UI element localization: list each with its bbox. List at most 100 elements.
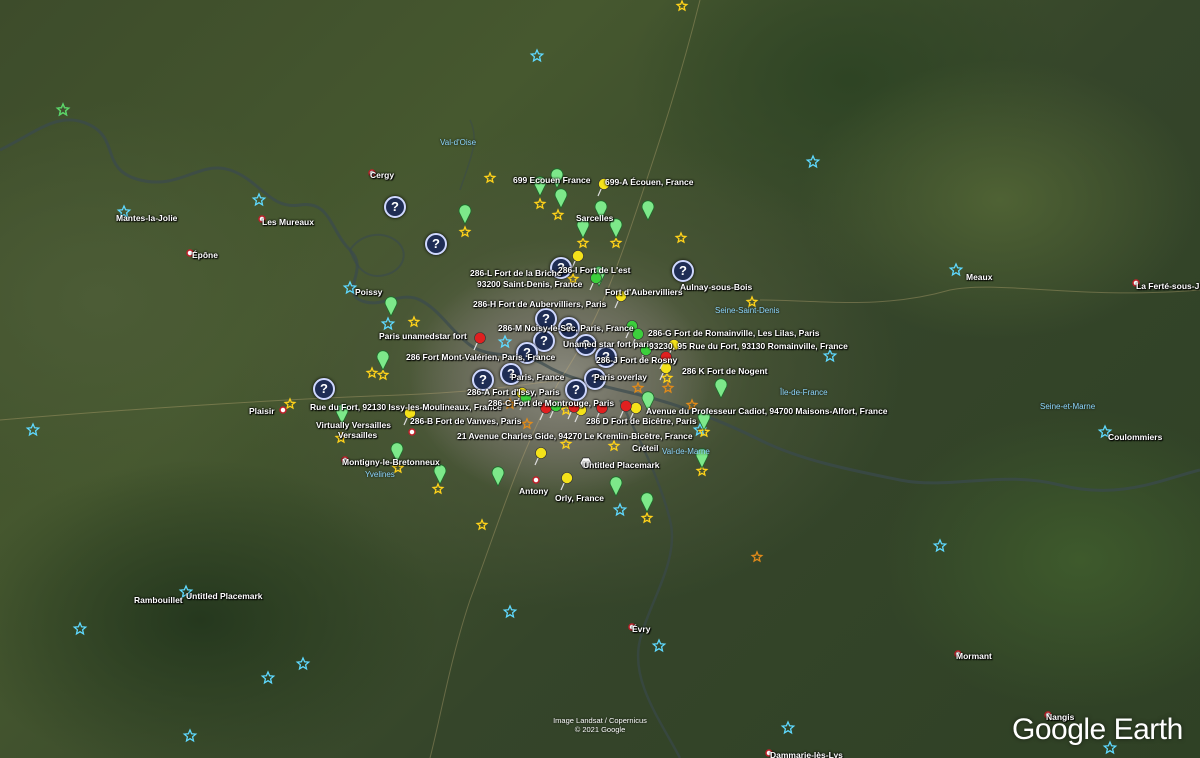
placemark-label[interactable]: 286 Fort Mont-Valérien, Paris, France xyxy=(406,352,555,362)
placemark-label[interactable]: Untitled Placemark xyxy=(583,460,660,470)
placemark-label[interactable]: Fort d'Aubervilliers xyxy=(605,287,683,297)
star-icon[interactable] xyxy=(365,366,379,379)
star-icon[interactable] xyxy=(55,102,71,117)
placemark-label[interactable]: 286-I Fort de L'est xyxy=(558,265,630,275)
star-icon[interactable] xyxy=(25,422,41,437)
star-icon[interactable] xyxy=(529,48,545,63)
star-icon[interactable] xyxy=(551,208,565,221)
question-icon[interactable]: ? xyxy=(384,196,406,218)
star-icon[interactable] xyxy=(612,502,628,517)
star-icon[interactable] xyxy=(431,482,445,495)
star-icon[interactable] xyxy=(380,316,396,331)
satellite-map[interactable]: ? ? ? ? ? ? ? ? ? ? ? ? ? ? ? Val-d'Oise… xyxy=(0,0,1200,758)
placemark-label[interactable]: 286 K Fort de Nogent xyxy=(682,366,767,376)
city-label: Mantes-la-Jolie xyxy=(116,213,178,223)
placemark-label[interactable]: 286-C Fort de Montrouge, Paris xyxy=(488,398,614,408)
city-label: Aulnay-sous-Bois xyxy=(680,282,753,292)
pushpin-icon[interactable] xyxy=(473,332,486,351)
placemark-label[interactable]: Avenue du Professeur Cadiot, 94700 Maiso… xyxy=(646,406,888,416)
balloon-icon[interactable] xyxy=(641,200,655,221)
placemark-label[interactable]: 286-J Fort de Rosny xyxy=(596,355,677,365)
star-icon[interactable] xyxy=(342,280,358,295)
city-label: Montigny-le-Bretonneux xyxy=(342,457,440,467)
region-label: Seine-Saint-Denis xyxy=(715,306,780,315)
placemark-label[interactable]: 286-M Noisy-le-Sec, Paris, France xyxy=(498,323,634,333)
star-icon[interactable] xyxy=(483,171,497,184)
star-icon[interactable] xyxy=(72,621,88,636)
star-icon[interactable] xyxy=(576,236,590,249)
placemark-label[interactable]: Paris unamedstar fort xyxy=(379,331,467,341)
placemark-label[interactable]: 699 Ecouen France xyxy=(513,175,590,185)
star-icon[interactable] xyxy=(251,192,267,207)
star-icon[interactable] xyxy=(948,262,964,277)
placemark-label[interactable]: Unamed star fort paris xyxy=(563,339,654,349)
placemark-label[interactable]: Virtually Versailles xyxy=(316,420,391,430)
pushpin-icon[interactable] xyxy=(589,272,602,291)
star-icon[interactable] xyxy=(497,334,513,349)
star-icon[interactable] xyxy=(780,720,796,735)
star-icon[interactable] xyxy=(283,397,297,410)
star-icon[interactable] xyxy=(520,417,534,430)
placemark-label[interactable]: 286-G Fort de Romainville, Les Lilas, Pa… xyxy=(648,328,819,338)
balloon-icon[interactable] xyxy=(384,296,398,317)
question-icon[interactable]: ? xyxy=(672,260,694,282)
star-icon[interactable] xyxy=(651,638,667,653)
star-icon[interactable] xyxy=(376,368,390,381)
star-icon[interactable] xyxy=(631,381,645,394)
star-icon[interactable] xyxy=(475,518,489,531)
pushpin-icon[interactable] xyxy=(560,472,573,491)
placemark-label[interactable]: 286 D Fort de Bicêtre, Paris xyxy=(586,416,697,426)
star-icon[interactable] xyxy=(805,154,821,169)
balloon-icon[interactable] xyxy=(554,188,568,209)
placemark-label[interactable]: 699-A Écouen, France xyxy=(605,177,694,187)
city-label: Créteil xyxy=(632,443,659,453)
star-icon[interactable] xyxy=(607,439,621,452)
balloon-icon[interactable] xyxy=(376,350,390,371)
star-icon[interactable] xyxy=(661,381,675,394)
pushpin-icon[interactable] xyxy=(534,447,547,466)
star-icon[interactable] xyxy=(458,225,472,238)
placemark-label[interactable]: 93200 Saint-Denis, France xyxy=(477,279,582,289)
star-icon[interactable] xyxy=(640,511,654,524)
star-icon[interactable] xyxy=(822,348,838,363)
star-icon[interactable] xyxy=(660,371,674,384)
placemark-label[interactable]: Paris, France xyxy=(511,372,564,382)
city-label: Les Mureaux xyxy=(262,217,314,227)
city-label: Plaisir xyxy=(249,406,275,416)
star-icon[interactable] xyxy=(750,550,764,563)
star-icon[interactable] xyxy=(675,0,689,12)
city-label: Orly, France xyxy=(555,493,604,503)
star-icon[interactable] xyxy=(295,656,311,671)
placemark-label[interactable]: Untitled Placemark xyxy=(186,591,263,601)
placemark-label[interactable]: 286-A Fort d'Issy, Paris xyxy=(467,387,560,397)
star-icon[interactable] xyxy=(932,538,948,553)
balloon-icon[interactable] xyxy=(640,492,654,513)
balloon-icon[interactable] xyxy=(458,204,472,225)
placemark-label[interactable]: 286-B Fort de Vanves, Paris xyxy=(410,416,522,426)
star-icon[interactable] xyxy=(182,728,198,743)
placemark-label[interactable]: 93230, 95 Rue du Fort, 93130 Romainville… xyxy=(649,341,848,351)
city-label: Dammarie-lès-Lys xyxy=(770,750,843,758)
question-icon[interactable]: ? xyxy=(425,233,447,255)
placemark-label[interactable]: Paris overlay xyxy=(594,372,647,382)
placemark-label[interactable]: 21 Avenue Charles Gide, 94270 Le Kremlin… xyxy=(457,431,693,441)
placemark-label[interactable]: 286-L Fort de la Briche xyxy=(470,268,561,278)
balloon-icon[interactable] xyxy=(491,466,505,487)
region-label: Val-d'Oise xyxy=(440,138,477,147)
star-icon[interactable] xyxy=(609,236,623,249)
star-icon[interactable] xyxy=(745,295,759,308)
balloon-icon[interactable] xyxy=(714,378,728,399)
star-icon[interactable] xyxy=(674,231,688,244)
balloon-icon[interactable] xyxy=(609,476,623,497)
star-icon[interactable] xyxy=(533,197,547,210)
star-icon[interactable] xyxy=(407,315,421,328)
city-label: Meaux xyxy=(966,272,993,282)
question-icon[interactable]: ? xyxy=(313,378,335,400)
city-label: Antony xyxy=(519,486,549,496)
balloon-icon[interactable] xyxy=(433,464,447,485)
star-icon[interactable] xyxy=(260,670,276,685)
placemark-label[interactable]: 286-H Fort de Aubervilliers, Paris xyxy=(473,299,606,309)
star-icon[interactable] xyxy=(502,604,518,619)
placemark-label[interactable]: Rue du Fort, 92130 Issy-les-Moulineaux, … xyxy=(310,402,502,412)
city-label: Coulommiers xyxy=(1108,432,1163,442)
